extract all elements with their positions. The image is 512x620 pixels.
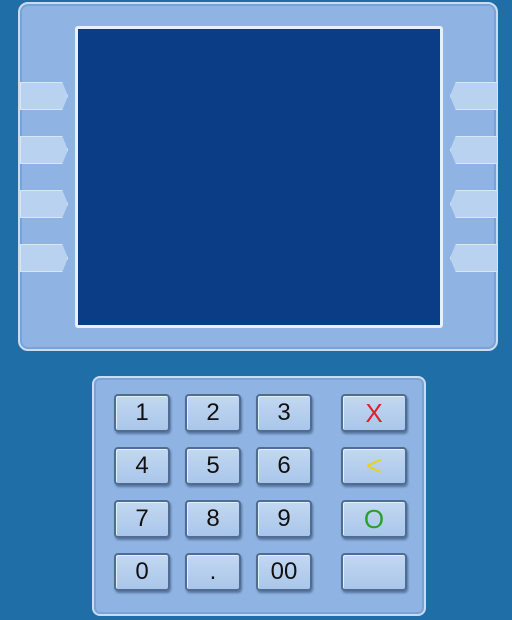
key-decimal[interactable]: . bbox=[185, 553, 241, 591]
key-5[interactable]: 5 bbox=[185, 447, 241, 485]
key-9[interactable]: 9 bbox=[256, 500, 312, 538]
key-3[interactable]: 3 bbox=[256, 394, 312, 432]
right-side-button-4[interactable] bbox=[450, 244, 498, 272]
left-side-button-4[interactable] bbox=[20, 244, 68, 272]
left-side-button-2[interactable] bbox=[20, 136, 68, 164]
left-side-button-1[interactable] bbox=[20, 82, 68, 110]
key-7[interactable]: 7 bbox=[114, 500, 170, 538]
right-side-button-2[interactable] bbox=[450, 136, 498, 164]
left-side-button-3[interactable] bbox=[20, 190, 68, 218]
cancel-button[interactable]: X bbox=[341, 394, 407, 432]
key-8[interactable]: 8 bbox=[185, 500, 241, 538]
key-1[interactable]: 1 bbox=[114, 394, 170, 432]
right-side-button-3[interactable] bbox=[450, 190, 498, 218]
key-0[interactable]: 0 bbox=[114, 553, 170, 591]
blank-function-button[interactable] bbox=[341, 553, 407, 591]
enter-button[interactable]: O bbox=[341, 500, 407, 538]
right-side-button-1[interactable] bbox=[450, 82, 498, 110]
key-double-zero[interactable]: 00 bbox=[256, 553, 312, 591]
atm-display-screen bbox=[75, 26, 443, 328]
key-4[interactable]: 4 bbox=[114, 447, 170, 485]
key-6[interactable]: 6 bbox=[256, 447, 312, 485]
key-2[interactable]: 2 bbox=[185, 394, 241, 432]
clear-button[interactable]: < bbox=[341, 447, 407, 485]
